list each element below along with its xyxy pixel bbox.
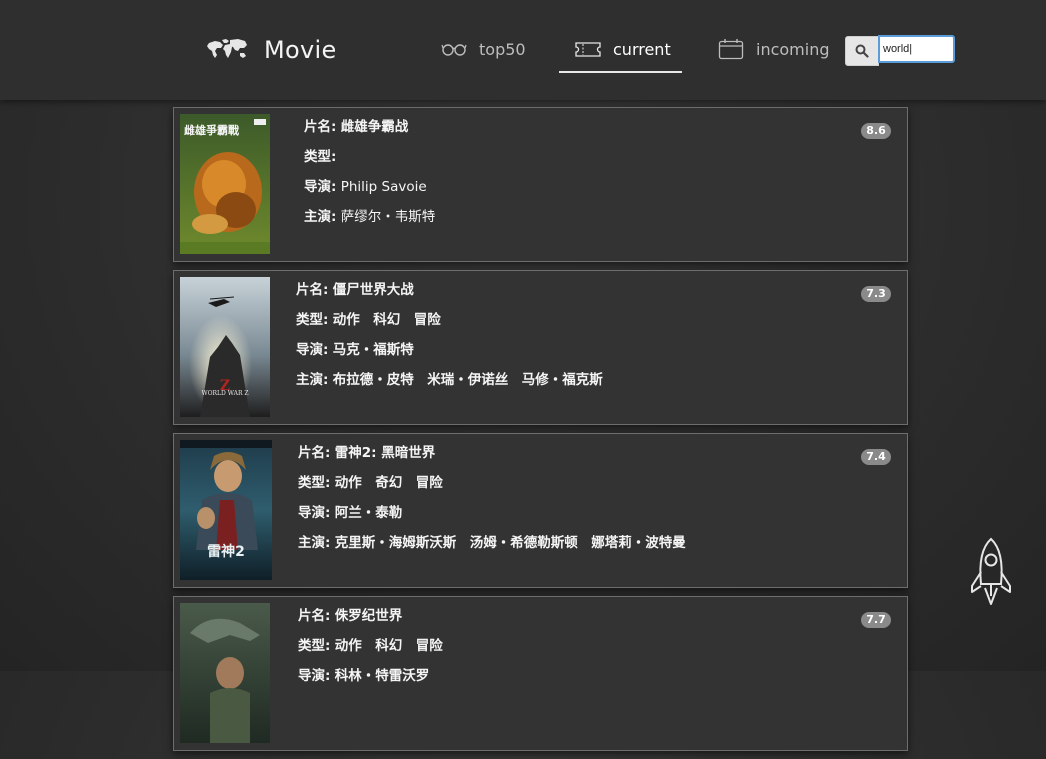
movie-director: 马克・福斯特: [332, 342, 414, 358]
world-map-icon: [207, 39, 247, 58]
movie-list: 雌雄爭霸戰 片名: 雌雄争霸战 类型: 导演: Philip Savoie 主演…: [173, 107, 908, 759]
brand-title: Movie: [264, 36, 337, 64]
movie-genre-row: 类型: 动作 科幻 冒险: [298, 637, 443, 667]
search-button[interactable]: [845, 36, 879, 66]
movie-title[interactable]: 侏罗纪世界: [335, 608, 403, 624]
genre-label: 类型:: [296, 312, 329, 328]
movie-title-row: 片名: 雌雄争霸战: [304, 118, 435, 148]
cast-label: 主演:: [296, 372, 329, 388]
movie-cast-row: 主演: 布拉德・皮特 米瑞・伊诺丝 马修・福克斯: [296, 371, 603, 401]
brand[interactable]: Movie: [206, 36, 337, 64]
movie-poster[interactable]: WORLD WAR Z Z: [180, 277, 270, 417]
movie-info: 片名: 侏罗纪世界 类型: 动作 科幻 冒险 导演: 科林・特雷沃罗: [298, 607, 443, 697]
movie-director-row: 导演: 阿兰・泰勒: [298, 504, 686, 534]
movie-director: 科林・特雷沃罗: [334, 668, 430, 684]
title-label: 片名:: [304, 119, 337, 135]
movie-cast: 克里斯・海姆斯沃斯 汤姆・希德勒斯顿 娜塔莉・波特曼: [334, 535, 686, 551]
nav-current-label: current: [613, 39, 671, 59]
nav-incoming[interactable]: incoming: [718, 36, 830, 62]
movie-genre: 动作 科幻 冒险: [332, 312, 441, 328]
movie-poster[interactable]: 雌雄爭霸戰: [180, 114, 270, 254]
movie-cast-row: 主演: 萨缪尔・韦斯特: [304, 208, 435, 238]
rating-badge: 7.4: [861, 449, 891, 465]
movie-title-row: 片名: 侏罗纪世界: [298, 607, 443, 637]
movie-card[interactable]: 雌雄爭霸戰 片名: 雌雄争霸战 类型: 导演: Philip Savoie 主演…: [173, 107, 908, 262]
movie-title[interactable]: 雷神2: 黑暗世界: [335, 445, 436, 461]
svg-text:雌雄爭霸戰: 雌雄爭霸戰: [184, 123, 239, 137]
search-input[interactable]: [878, 35, 955, 63]
rating-badge: 8.6: [861, 123, 891, 139]
movie-genre: 动作 科幻 冒险: [334, 638, 443, 654]
genre-label: 类型:: [298, 475, 331, 491]
movie-genre-row: 类型: 动作 奇幻 冒险: [298, 474, 686, 504]
movie-director: Philip Savoie: [340, 179, 427, 195]
movie-info: 片名: 雌雄争霸战 类型: 导演: Philip Savoie 主演: 萨缪尔・…: [304, 118, 435, 238]
poster-thor-image: 雷神2: [180, 440, 272, 580]
nav-current[interactable]: current: [575, 36, 671, 62]
movie-director: 阿兰・泰勒: [334, 505, 403, 521]
movie-title[interactable]: 雌雄争霸战: [341, 119, 409, 135]
director-label: 导演:: [304, 179, 337, 195]
ticket-icon: [575, 42, 601, 57]
genre-label: 类型:: [304, 149, 337, 165]
glasses-icon: [441, 44, 467, 56]
top-header: Movie top50 current incoming: [0, 0, 1046, 100]
calendar-icon: [718, 39, 744, 60]
movie-genre-row: 类型:: [304, 148, 435, 178]
movie-cast-row: 主演: 克里斯・海姆斯沃斯 汤姆・希德勒斯顿 娜塔莉・波特曼: [298, 534, 686, 564]
cast-label: 主演:: [304, 209, 337, 225]
poster-world-war-z-image: WORLD WAR Z Z: [180, 277, 270, 417]
title-label: 片名:: [296, 282, 329, 298]
cast-label: 主演:: [298, 535, 331, 551]
movie-director-row: 导演: 马克・福斯特: [296, 341, 603, 371]
movie-info: 片名: 僵尸世界大战 类型: 动作 科幻 冒险 导演: 马克・福斯特 主演: 布…: [296, 281, 603, 401]
movie-poster[interactable]: [180, 603, 270, 743]
rating-badge: 7.7: [861, 612, 891, 628]
movie-card[interactable]: 片名: 侏罗纪世界 类型: 动作 科幻 冒险 导演: 科林・特雷沃罗 7.7: [173, 596, 908, 751]
director-label: 导演:: [298, 505, 331, 521]
movie-cast: 布拉德・皮特 米瑞・伊诺丝 马修・福克斯: [332, 372, 603, 388]
movie-poster[interactable]: 雷神2: [180, 440, 272, 580]
poster-lion-image: 雌雄爭霸戰: [180, 114, 270, 254]
movie-card[interactable]: WORLD WAR Z Z 片名: 僵尸世界大战 类型: 动作 科幻 冒险 导演…: [173, 270, 908, 425]
movie-title-row: 片名: 僵尸世界大战: [296, 281, 603, 311]
nav-top50[interactable]: top50: [441, 36, 526, 62]
poster-jurassic-world-image: [180, 603, 270, 743]
movie-info: 片名: 雷神2: 黑暗世界 类型: 动作 奇幻 冒险 导演: 阿兰・泰勒 主演:…: [298, 444, 686, 564]
nav-top50-label: top50: [479, 39, 526, 59]
movie-director-row: 导演: 科林・特雷沃罗: [298, 667, 443, 697]
title-label: 片名:: [298, 608, 331, 624]
genre-label: 类型:: [298, 638, 331, 654]
movie-genre: 动作 奇幻 冒险: [334, 475, 443, 491]
director-label: 导演:: [298, 668, 331, 684]
movie-card[interactable]: 雷神2 片名: 雷神2: 黑暗世界 类型: 动作 奇幻 冒险 导演: 阿兰・泰勒…: [173, 433, 908, 588]
svg-text:雷神2: 雷神2: [207, 543, 245, 560]
director-label: 导演:: [296, 342, 329, 358]
title-label: 片名:: [298, 445, 331, 461]
nav-incoming-label: incoming: [756, 39, 830, 59]
movie-cast: 萨缪尔・韦斯特: [340, 209, 436, 225]
movie-director-row: 导演: Philip Savoie: [304, 178, 435, 208]
active-tab-indicator: [559, 71, 682, 73]
rating-badge: 7.3: [861, 286, 891, 302]
svg-text:Z: Z: [220, 378, 230, 394]
movie-genre-row: 类型: 动作 科幻 冒险: [296, 311, 603, 341]
movie-title[interactable]: 僵尸世界大战: [333, 282, 414, 298]
movie-title-row: 片名: 雷神2: 黑暗世界: [298, 444, 686, 474]
rocket-icon[interactable]: [968, 536, 1014, 610]
search-icon: [855, 44, 869, 58]
